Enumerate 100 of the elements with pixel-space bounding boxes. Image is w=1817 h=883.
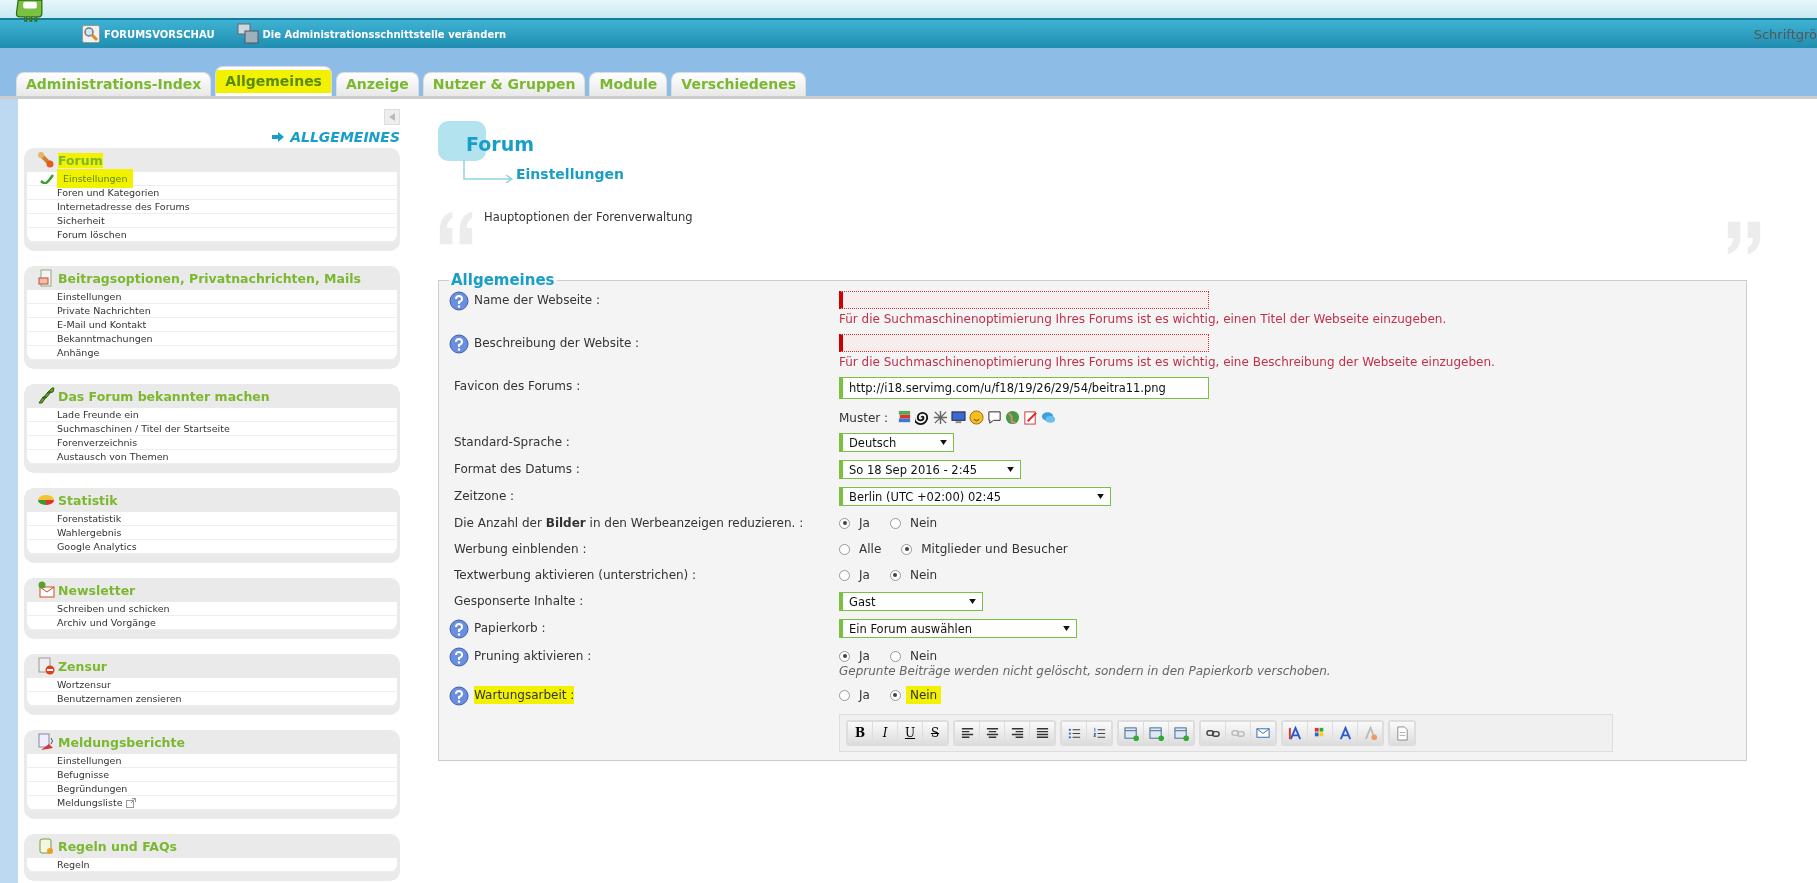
grid-icon[interactable]	[933, 410, 949, 425]
font-icon[interactable]	[1333, 722, 1357, 744]
format-button[interactable]: S	[923, 722, 947, 744]
format-button[interactable]: B	[848, 722, 872, 744]
option-label[interactable]: Nein	[905, 686, 942, 704]
format-button[interactable]: I	[873, 722, 897, 744]
radio-button[interactable]	[889, 650, 901, 662]
mail-icon[interactable]	[1251, 722, 1275, 744]
option-label[interactable]: Ja	[855, 647, 874, 665]
align-right-icon[interactable]	[1005, 722, 1029, 744]
menu-item[interactable]: Austausch von Themen	[57, 450, 169, 463]
menu-group-title: Newsletter	[58, 582, 136, 598]
menu-item[interactable]: Foren und Kategorien	[57, 186, 160, 199]
option-label[interactable]: Ja	[855, 686, 874, 704]
menu-item[interactable]: Befugnisse	[57, 768, 110, 781]
envelope-icon	[37, 581, 55, 599]
triangle-icon	[387, 112, 397, 122]
bullet-list-icon[interactable]	[1062, 722, 1086, 744]
page-title: Forum	[466, 133, 534, 155]
palette-icon[interactable]	[1308, 722, 1332, 744]
monitor-icon[interactable]	[951, 410, 967, 425]
globe-icon[interactable]	[1005, 410, 1021, 425]
menu-item[interactable]: Wahlergebnis	[57, 526, 122, 539]
menu-item[interactable]: Forenverzeichnis	[57, 436, 138, 449]
input-field[interactable]: http://i18.servimg.com/u/f18/19/26/29/54/beitra11.png	[839, 377, 1209, 399]
speech-bubble-icon[interactable]	[987, 410, 1003, 425]
option-label[interactable]: Nein	[905, 647, 942, 665]
menu-item[interactable]: Private Nachrichten	[57, 304, 151, 317]
radio-button[interactable]	[839, 650, 850, 662]
menu-item[interactable]: Suchmaschinen / Titel der Startseite	[57, 422, 230, 435]
smiley-icon[interactable]	[969, 410, 985, 425]
dropdown[interactable]: Berlin (UTC +02:00) 02:45	[839, 487, 1111, 506]
radio-button[interactable]	[839, 569, 850, 581]
field-label: Werbung einblenden :	[454, 541, 587, 558]
help-icon[interactable]	[449, 619, 469, 639]
menu-item[interactable]: E-Mail und Kontakt	[57, 318, 147, 331]
input-field[interactable]	[839, 334, 1209, 352]
format-button[interactable]: U	[898, 722, 922, 744]
menu-item[interactable]: Google Analytics	[57, 540, 137, 553]
radio-button[interactable]	[839, 517, 850, 529]
radio-button[interactable]	[889, 689, 901, 701]
dropdown[interactable]: So 18 Sep 2016 - 2:45	[839, 460, 1021, 479]
menu-item[interactable]: Benutzernamen zensieren	[57, 692, 182, 705]
menu-item[interactable]: Meldungsliste	[57, 796, 136, 809]
chat-icon[interactable]	[1041, 410, 1057, 425]
link-icon[interactable]	[1201, 722, 1225, 744]
radio-button[interactable]	[839, 689, 850, 701]
notepad-icon[interactable]	[1023, 410, 1039, 425]
table-icon[interactable]	[1119, 722, 1143, 744]
option-label[interactable]: Nein	[905, 514, 942, 532]
menu-item[interactable]: Forenstatistik	[57, 512, 122, 525]
option-label[interactable]: Nein	[905, 566, 942, 584]
help-icon[interactable]	[449, 334, 469, 354]
menu-item[interactable]: Internetadresse des Forums	[57, 200, 190, 213]
radio-button[interactable]	[839, 543, 850, 555]
input-field[interactable]	[839, 291, 1209, 309]
align-center-icon[interactable]	[980, 722, 1004, 744]
menu-item[interactable]: Schreiben und schicken	[57, 602, 170, 615]
menu-item[interactable]: Anhänge	[57, 346, 100, 359]
menu-item[interactable]: Bekanntmachungen	[57, 332, 153, 345]
spiral-icon[interactable]	[915, 410, 931, 425]
dropdown[interactable]: Gast	[839, 592, 983, 611]
menu-item[interactable]: Einstellungen	[57, 290, 122, 303]
numbered-list-icon[interactable]	[1087, 722, 1111, 744]
radio-button[interactable]	[889, 517, 901, 529]
radio-button[interactable]	[889, 569, 901, 581]
image-icon[interactable]	[1144, 722, 1168, 744]
samples-label: Muster :	[839, 410, 889, 425]
help-icon[interactable]	[449, 291, 469, 311]
justify-icon[interactable]	[1030, 722, 1054, 744]
menu-item[interactable]: Regeln	[57, 858, 90, 871]
field-label: Textwerbung aktivieren (unterstrichen) :	[454, 567, 697, 584]
document-icon	[37, 269, 55, 287]
option-label[interactable]: Mitglieder und Besucher	[917, 540, 1072, 558]
help-icon[interactable]	[449, 686, 469, 706]
font-color-icon[interactable]	[1283, 722, 1307, 744]
menu-item[interactable]: Archiv und Vorgänge	[57, 616, 156, 629]
dropdown[interactable]: Deutsch	[839, 433, 954, 452]
magnifier-icon	[82, 25, 100, 43]
menu-item[interactable]: Einstellungen	[57, 169, 134, 188]
menu-group-title: Meldungsberichte	[58, 734, 185, 750]
wrench-icon	[37, 151, 55, 169]
menu-item[interactable]: Lade Freunde ein	[57, 408, 139, 421]
menu-group-title: Zensur	[58, 658, 107, 674]
media-icon[interactable]	[1169, 722, 1193, 744]
menu-item[interactable]: Wortzensur	[57, 678, 111, 691]
radio-button[interactable]	[901, 543, 913, 555]
align-left-icon[interactable]	[955, 722, 979, 744]
dropdown[interactable]: Ein Forum auswählen	[839, 619, 1077, 638]
menu-item[interactable]: Einstellungen	[57, 754, 122, 767]
arrow-icon	[272, 132, 285, 142]
menu-item[interactable]: Sicherheit	[57, 214, 105, 227]
option-label[interactable]: Ja	[855, 514, 874, 532]
help-icon[interactable]	[449, 647, 469, 667]
caret-icon	[1097, 494, 1104, 499]
menu-item[interactable]: Begründungen	[57, 782, 128, 795]
books-icon[interactable]	[897, 410, 913, 425]
option-label[interactable]: Ja	[855, 566, 874, 584]
option-label[interactable]: Alle	[855, 540, 886, 558]
menu-item[interactable]: Forum löschen	[57, 228, 127, 241]
